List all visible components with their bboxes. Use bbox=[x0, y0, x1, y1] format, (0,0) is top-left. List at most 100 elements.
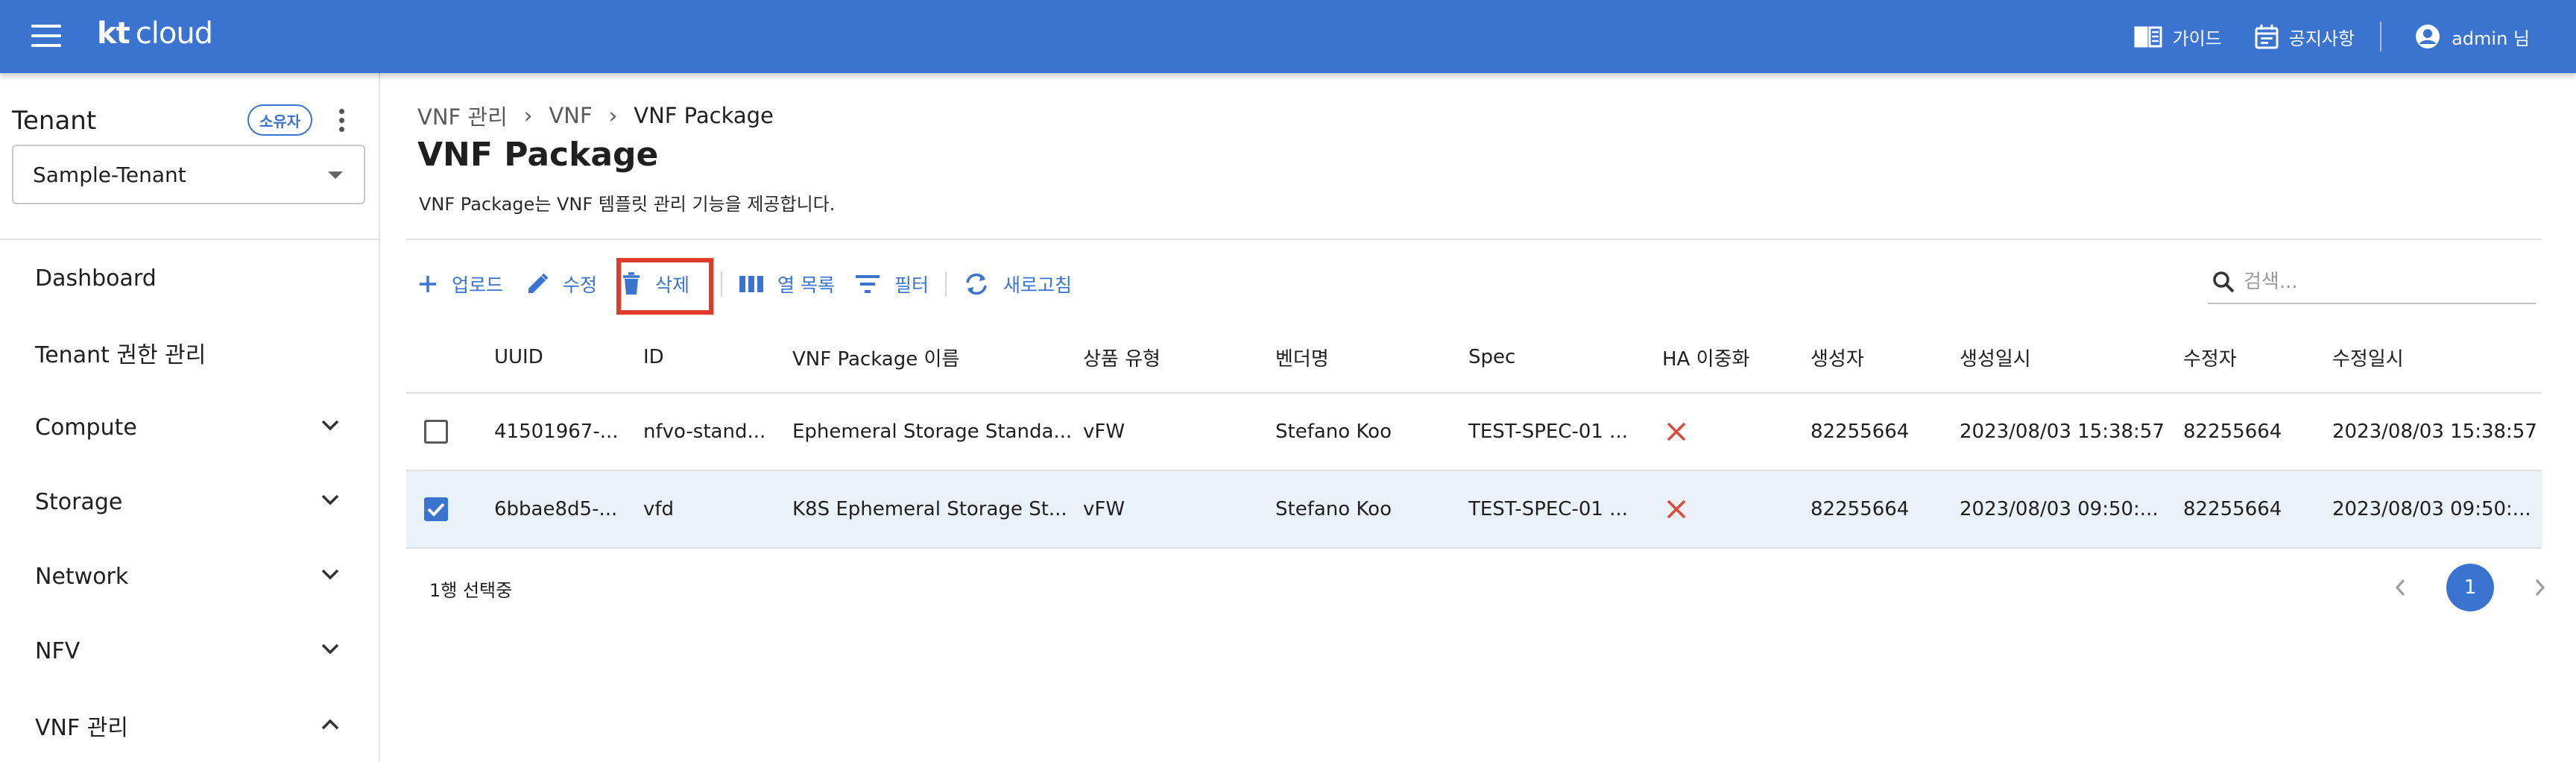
tenant-title: Tenant bbox=[12, 106, 97, 136]
cell-creator: 82255664 bbox=[1811, 421, 1910, 443]
kt-cloud-logo[interactable]: kt cloud bbox=[97, 16, 213, 51]
edit-button[interactable]: 수정 bbox=[525, 261, 597, 307]
filter-button[interactable]: 필터 bbox=[854, 261, 929, 307]
chevron-right-icon bbox=[2535, 579, 2545, 596]
column-header-creator[interactable]: 생성자 bbox=[1811, 322, 1945, 392]
tenant-select[interactable]: Sample-Tenant bbox=[12, 145, 365, 204]
chevron-down-icon bbox=[321, 420, 339, 431]
breadcrumb: VNF 관리 › VNF › VNF Package bbox=[417, 100, 774, 131]
table-header-row: UUID ID VNF Package 이름 상품 유형 벤더명 Spec HA… bbox=[406, 322, 2542, 394]
page-description: VNF Package는 VNF 템플릿 관리 기능을 제공합니다. bbox=[419, 194, 836, 215]
cell-modified-at: 2023/08/03 09:50:... bbox=[2332, 498, 2531, 520]
table-row[interactable]: 41501967-... nfvo-stand... Ephemeral Sto… bbox=[406, 394, 2542, 471]
selected-row-count: 1행 선택중 bbox=[429, 580, 513, 601]
tenant-select-value: Sample-Tenant bbox=[33, 162, 186, 187]
next-page-button[interactable] bbox=[2524, 565, 2557, 610]
delete-label: 삭제 bbox=[655, 274, 690, 296]
view-column-icon bbox=[739, 276, 764, 292]
column-header-modifier[interactable]: 수정자 bbox=[2183, 322, 2317, 392]
logo-kt-text: kt bbox=[97, 16, 130, 51]
toolbar-divider bbox=[945, 271, 947, 297]
cell-created-at: 2023/08/03 15:38:57 bbox=[1960, 421, 2165, 443]
column-header-created-at[interactable]: 생성일시 bbox=[1960, 322, 2161, 392]
sidebar-item-tenant-permission[interactable]: Tenant 권한 관리 bbox=[0, 319, 379, 386]
column-header-id[interactable]: ID bbox=[643, 322, 770, 392]
previous-page-button[interactable] bbox=[2384, 565, 2416, 610]
cell-name: Ephemeral Storage Standa... bbox=[792, 421, 1073, 443]
plus-icon bbox=[420, 276, 436, 292]
sidebar-item-storage[interactable]: Storage bbox=[0, 468, 379, 535]
sidebar-item-network[interactable]: Network bbox=[0, 543, 379, 610]
sidebar-item-compute[interactable]: Compute bbox=[0, 394, 379, 461]
cell-spec: TEST-SPEC-01 ... bbox=[1468, 498, 1628, 520]
table-row-selected[interactable]: 6bbae8d5-... vfd K8S Ephemeral Storage S… bbox=[406, 471, 2542, 549]
sidebar-item-label: NFV bbox=[35, 637, 80, 664]
cell-modifier: 82255664 bbox=[2183, 498, 2282, 520]
sidebar: Tenant 소유자 Sample-Tenant Dashboard Tenan… bbox=[0, 73, 380, 762]
user-menu[interactable]: admin 님 bbox=[2414, 23, 2530, 50]
filter-list-icon bbox=[856, 275, 880, 293]
more-vert-icon[interactable] bbox=[337, 109, 346, 134]
column-header-product-type[interactable]: 상품 유형 bbox=[1083, 322, 1254, 392]
chevron-up-icon bbox=[321, 719, 339, 730]
cell-name: K8S Ephemeral Storage St... bbox=[792, 498, 1067, 520]
sidebar-item-label: Tenant 권한 관리 bbox=[35, 342, 206, 368]
columns-label: 열 목록 bbox=[777, 274, 835, 296]
cell-creator: 82255664 bbox=[1811, 498, 1910, 520]
chevron-right-icon: › bbox=[608, 103, 618, 128]
header-actions: 가이드 공지사항 admin 님 bbox=[2101, 0, 2530, 73]
guide-label: 가이드 bbox=[2172, 28, 2222, 49]
account-circle-icon bbox=[2416, 25, 2440, 48]
cell-created-at: 2023/08/03 09:50:... bbox=[1960, 498, 2159, 520]
close-icon bbox=[1667, 500, 1686, 519]
chevron-right-icon: › bbox=[523, 103, 533, 128]
chevron-down-icon bbox=[321, 494, 339, 506]
column-header-modified-at[interactable]: 수정일시 bbox=[2332, 322, 2534, 392]
delete-button[interactable]: 삭제 bbox=[621, 261, 689, 307]
column-header-vendor[interactable]: 벤더명 bbox=[1275, 322, 1447, 392]
breadcrumb-item-vnf[interactable]: VNF bbox=[549, 103, 592, 128]
refresh-label: 새로고침 bbox=[1003, 274, 1073, 296]
table-toolbar: 업로드 수정 삭제 열 목록 필터 새로고침 bbox=[417, 261, 1072, 307]
header-divider bbox=[2380, 22, 2382, 51]
cell-ha bbox=[1666, 471, 1687, 547]
sidebar-item-label: Storage bbox=[35, 488, 123, 515]
cell-id: nfvo-stand... bbox=[643, 421, 766, 443]
column-header-ha[interactable]: HA 이중화 bbox=[1662, 322, 1796, 392]
sidebar-item-nfv[interactable]: NFV bbox=[0, 617, 379, 684]
vnf-package-table: UUID ID VNF Package 이름 상품 유형 벤더명 Spec HA… bbox=[406, 322, 2542, 549]
toolbar-divider bbox=[721, 271, 723, 297]
search-input[interactable] bbox=[2244, 271, 2527, 293]
refresh-icon bbox=[966, 273, 987, 295]
logo-cloud-text: cloud bbox=[135, 16, 213, 51]
columns-button[interactable]: 열 목록 bbox=[739, 261, 835, 307]
chevron-left-icon bbox=[2395, 579, 2405, 596]
sidebar-item-label: Network bbox=[35, 563, 129, 590]
top-app-bar: kt cloud 가이드 공지사항 admin 님 bbox=[0, 0, 2576, 73]
search-icon bbox=[2213, 271, 2235, 293]
notice-link[interactable]: 공지사항 bbox=[2255, 24, 2355, 50]
sidebar-item-label: Dashboard bbox=[35, 265, 157, 292]
page-number-button[interactable]: 1 bbox=[2446, 564, 2494, 611]
cell-modified-at: 2023/08/03 15:38:57 bbox=[2332, 421, 2537, 443]
row-checkbox-cell bbox=[424, 471, 448, 547]
search-box bbox=[2208, 261, 2536, 304]
column-header-spec[interactable]: Spec bbox=[1468, 322, 1640, 392]
row-checkbox-checked[interactable] bbox=[424, 497, 448, 521]
breadcrumb-item-vnf-management[interactable]: VNF 관리 bbox=[417, 100, 508, 131]
row-checkbox[interactable] bbox=[424, 420, 448, 444]
menu-icon[interactable] bbox=[31, 25, 61, 48]
column-header-name[interactable]: VNF Package 이름 bbox=[792, 322, 1061, 392]
notice-label: 공지사항 bbox=[2288, 28, 2355, 49]
dropdown-arrow-icon bbox=[328, 171, 343, 179]
refresh-button[interactable]: 새로고침 bbox=[963, 261, 1072, 307]
column-header-uuid[interactable]: UUID bbox=[494, 322, 621, 392]
upload-button[interactable]: 업로드 bbox=[417, 261, 503, 307]
pencil-icon bbox=[528, 273, 549, 293]
sidebar-item-dashboard[interactable]: Dashboard bbox=[0, 245, 379, 312]
calendar-icon bbox=[2255, 25, 2279, 49]
upload-label: 업로드 bbox=[452, 274, 504, 296]
guide-link[interactable]: 가이드 bbox=[2134, 24, 2222, 50]
chevron-down-icon bbox=[321, 569, 339, 580]
sidebar-item-vnf-management[interactable]: VNF 관리 bbox=[0, 692, 379, 759]
